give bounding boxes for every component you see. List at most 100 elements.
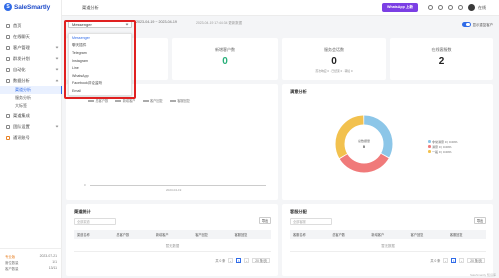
page-number[interactable]: 1 (236, 258, 242, 263)
export-button[interactable]: 导出 (259, 217, 271, 224)
dropdown-option-line[interactable]: Line (69, 64, 131, 72)
duplicate-toggle-group: 显示重复客户 (461, 22, 493, 27)
sidebar-item-accounts[interactable]: 通讯账号 (0, 132, 62, 143)
channel-filter-select[interactable]: 全部渠道 (74, 218, 116, 225)
prev-page-button[interactable]: ‹ (443, 258, 449, 263)
table-header: 渠道名称 总客户数 新增客户 客户回复 客服回复 (74, 230, 271, 239)
sidebar-item-label: 渠道集成 (13, 112, 30, 118)
legend-dot (428, 140, 431, 143)
sidebar-subitem-channel-analysis[interactable]: 渠道分析 (0, 86, 62, 94)
sidebar-subitem-service-analysis[interactable]: 服务分析 (0, 94, 62, 102)
top-bar: 渠道分析 WhatsApp 上新 在线 (62, 0, 499, 16)
column-header[interactable]: 客户回复 (192, 230, 231, 239)
sidebar-item-automation[interactable]: 自动化 (0, 64, 62, 75)
channel-select[interactable]: Messenger (68, 20, 132, 28)
column-header[interactable]: 新增客户 (368, 230, 407, 239)
globe-icon[interactable] (448, 5, 453, 10)
channel-stats-panel: 渠道统计 全部渠道 导出 渠道名称 总客户数 新增客户 客户回复 客服回复 暂无… (66, 204, 278, 276)
legend-swatch (115, 99, 122, 102)
column-header[interactable]: 总客户数 (113, 230, 152, 239)
legend-item[interactable]: 客服回复 (169, 98, 190, 103)
grid-icon[interactable] (458, 5, 463, 10)
empty-state: 暂无数据 (74, 239, 271, 252)
dropdown-option-messenger[interactable]: Messenger (69, 34, 131, 42)
bell-icon[interactable] (428, 5, 433, 10)
toggle-label: 显示重复客户 (472, 23, 493, 27)
help-icon[interactable] (438, 5, 443, 10)
updated-timestamp: 2023-04-19 17:44:34 更新数据 (196, 21, 242, 25)
y-axis-tick: 0 (84, 183, 86, 187)
legend-dot (428, 145, 431, 148)
trend-chart-panel: 总客户数 新增客户 客户回复 客服回复 0 2023-04-19 (66, 84, 278, 200)
sidebar-subitem-tags[interactable]: 大标签 (0, 102, 62, 110)
sidebar-item-analytics[interactable]: 数据分析 (0, 75, 62, 86)
chevron-up-icon (55, 79, 59, 83)
next-page-button[interactable]: › (459, 258, 465, 263)
chevron-down-icon (55, 124, 59, 128)
legend-item[interactable]: 新增客户 (115, 98, 136, 103)
column-header[interactable]: 客服名称 (290, 230, 329, 239)
team-icon (6, 124, 10, 129)
seats-label: 席位数量 (5, 260, 19, 265)
sidebar-item-home[interactable]: 首页 (0, 20, 62, 31)
chevron-down-icon (55, 67, 59, 71)
sidebar-item-label: 客户管理 (13, 44, 30, 50)
sidebar-item-chat[interactable]: 在线聊天 (0, 31, 62, 42)
column-header[interactable]: 客户回复 (408, 230, 447, 239)
next-page-button[interactable]: › (244, 258, 250, 263)
chevron-down-icon (125, 22, 129, 26)
sidebar-item-broadcast[interactable]: 群发计划 (0, 53, 62, 64)
brand-logo[interactable]: S SaleSmartly (4, 3, 50, 11)
stat-value: 0 (331, 56, 337, 67)
sidebar-item-label: 在线聊天 (13, 33, 30, 39)
page-size-select[interactable]: 20 条/页 (252, 258, 270, 263)
legend-item[interactable]: 客户回复 (142, 98, 163, 103)
dropdown-option-whatsapp[interactable]: WhatsApp (69, 72, 131, 80)
dropdown-option-facebook-comments[interactable]: Facebook评论监听 (69, 80, 131, 88)
legend-item[interactable]: 非常满意 0 | 0.00% (428, 139, 457, 144)
column-header[interactable]: 新增客户 (153, 230, 192, 239)
legend-label: 非常满意 0 | 0.00% (432, 139, 458, 144)
agent-filter-select[interactable]: 全部客服 (290, 218, 332, 225)
brand-name: SaleSmartly (14, 3, 51, 11)
legend-label: 新增客户 (122, 99, 136, 103)
user-status[interactable]: 在线 (478, 5, 486, 11)
customers-value: 13/11 (48, 266, 57, 270)
panel-title: 满意分析 (290, 89, 307, 94)
dropdown-option-instagram[interactable]: Instagram (69, 57, 131, 65)
page-size-select[interactable]: 20 条/页 (467, 258, 485, 263)
x-axis-tick: 2023-04-19 (166, 188, 182, 192)
dropdown-option-email[interactable]: Email (69, 87, 131, 95)
sidebar-item-team[interactable]: 团队设置 (0, 121, 62, 132)
robot-icon (6, 67, 10, 72)
logo-icon: S (4, 3, 12, 11)
column-header[interactable]: 客服回复 (232, 230, 271, 239)
column-header[interactable]: 渠道名称 (74, 230, 113, 239)
prev-page-button[interactable]: ‹ (228, 258, 234, 263)
phone-icon (6, 135, 10, 140)
legend-item[interactable]: 总客户数 (88, 98, 108, 103)
pagination: 共 0 条 ‹ 1 › 20 条/页 (215, 258, 270, 263)
chevron-down-icon (55, 45, 59, 49)
breadcrumb: 渠道分析 (82, 5, 99, 10)
legend-dot (428, 150, 431, 153)
dropdown-option-telegram[interactable]: Telegram (69, 49, 131, 57)
sidebar-item-integrations[interactable]: 渠道集成 (0, 110, 62, 121)
user-icon (6, 45, 10, 50)
duplicate-customers-toggle[interactable] (461, 22, 471, 27)
stat-label: 新增客户数 (215, 47, 235, 52)
donut-center-label: 总数据量 (357, 139, 370, 143)
date-range-picker[interactable]: 2023-04-19 ~ 2023-04-19 (136, 20, 177, 24)
page-number[interactable]: 1 (451, 258, 457, 263)
satisfaction-panel: 满意分析 总数据量 0 (282, 84, 493, 200)
table-header: 客服名称 总客户数 新增客户 客户回复 客服回复 (290, 230, 486, 239)
export-button[interactable]: 导出 (474, 217, 486, 224)
sidebar-item-customers[interactable]: 客户管理 (0, 42, 62, 53)
legend-item[interactable]: 一般 0 | 0.00% (428, 149, 457, 154)
avatar[interactable] (468, 4, 475, 11)
whatsapp-promo-button[interactable]: WhatsApp 上新 (382, 3, 418, 12)
column-header[interactable]: 客服回复 (447, 230, 486, 239)
stat-card-agents: 在线客服数 2 (390, 38, 493, 80)
column-header[interactable]: 总客户数 (329, 230, 368, 239)
dropdown-option-chat-plugin[interactable]: 聊天插件 (69, 42, 131, 50)
